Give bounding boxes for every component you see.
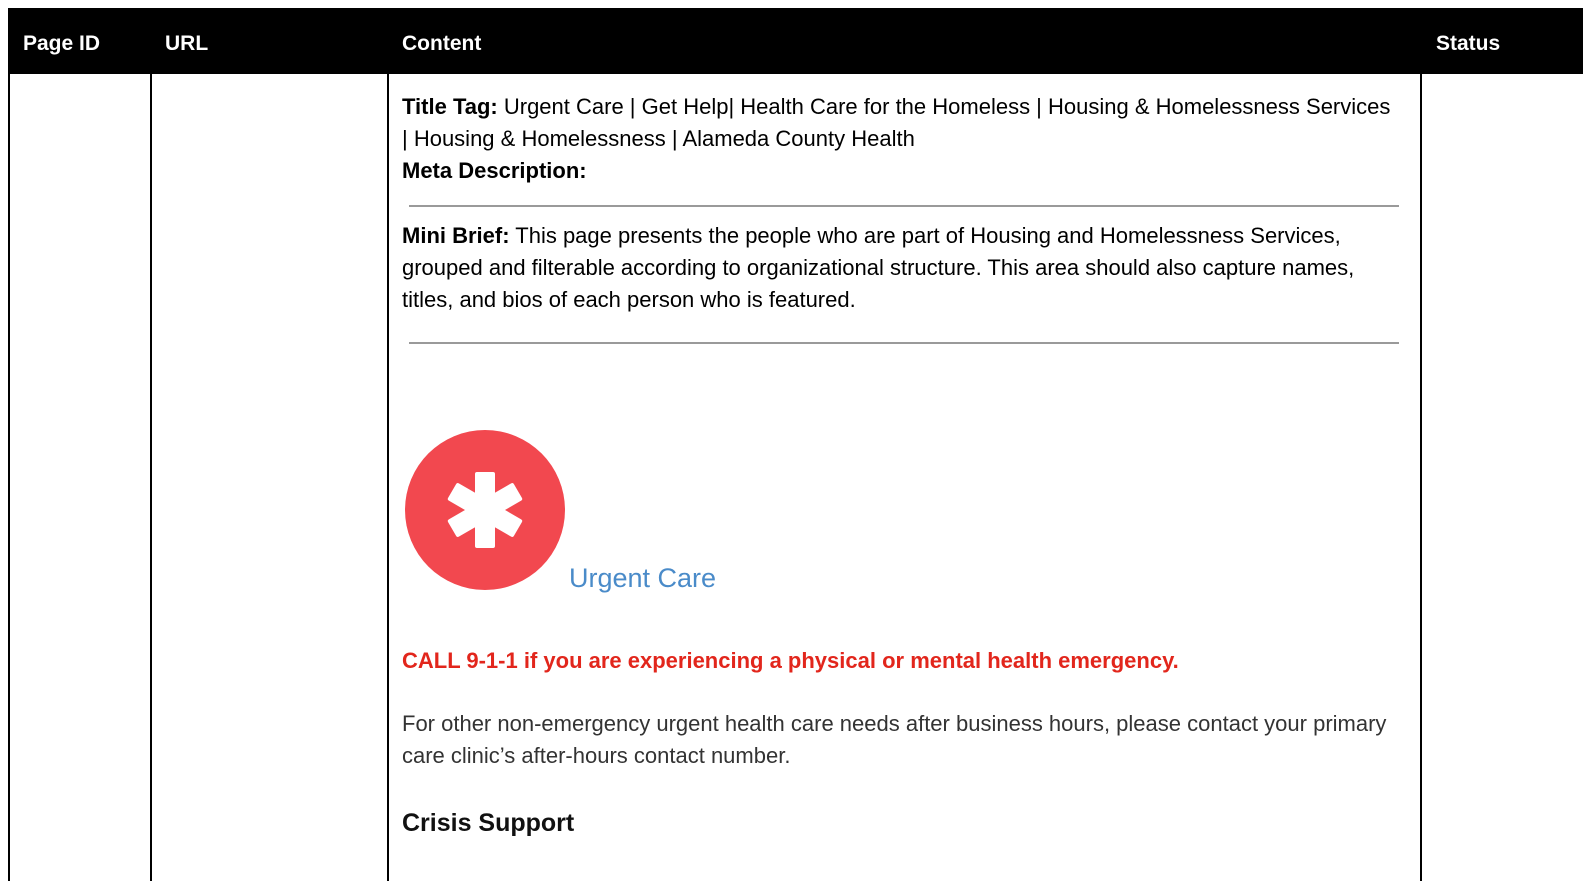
divider-1 — [409, 205, 1399, 207]
mini-brief-value: This page presents the people who are pa… — [402, 223, 1355, 312]
medical-asterisk-icon — [405, 430, 565, 590]
column-border-url-content — [387, 8, 389, 881]
title-tag-label: Title Tag: — [402, 94, 498, 119]
mini-brief-label: Mini Brief: — [402, 223, 510, 248]
table-header-row: Page ID URL Content Status — [8, 8, 1583, 74]
divider-2 — [409, 342, 1399, 344]
meta-description-label: Meta Description: — [402, 158, 587, 183]
crisis-support-heading: Crisis Support — [402, 809, 575, 837]
header-page-id: Page ID — [23, 32, 101, 55]
title-tag-line: Title Tag: Urgent Care | Get Help| Healt… — [402, 91, 1402, 155]
non-emergency-text: For other non-emergency urgent health ca… — [402, 711, 1387, 768]
meta-block: Title Tag: Urgent Care | Get Help| Healt… — [402, 91, 1402, 187]
urgent-care-link[interactable]: Urgent Care — [569, 561, 716, 595]
header-status: Status — [1436, 32, 1501, 55]
content-table: Page ID URL Content Status Title Tag: Ur… — [8, 8, 1583, 881]
column-border-content-status — [1420, 8, 1422, 881]
title-tag-value: Urgent Care | Get Help| Health Care for … — [402, 94, 1391, 151]
mini-brief-line: Mini Brief: This page presents the peopl… — [402, 220, 1402, 316]
header-content: Content — [402, 32, 482, 55]
header-divider — [8, 72, 1583, 74]
emergency-notice: CALL 9-1-1 if you are experiencing a phy… — [402, 648, 1179, 673]
column-border-left — [8, 8, 10, 881]
header-url: URL — [165, 32, 209, 55]
meta-description-line: Meta Description: — [402, 155, 1402, 187]
column-border-pageid-url — [150, 8, 152, 881]
mini-brief-block: Mini Brief: This page presents the peopl… — [402, 220, 1402, 316]
